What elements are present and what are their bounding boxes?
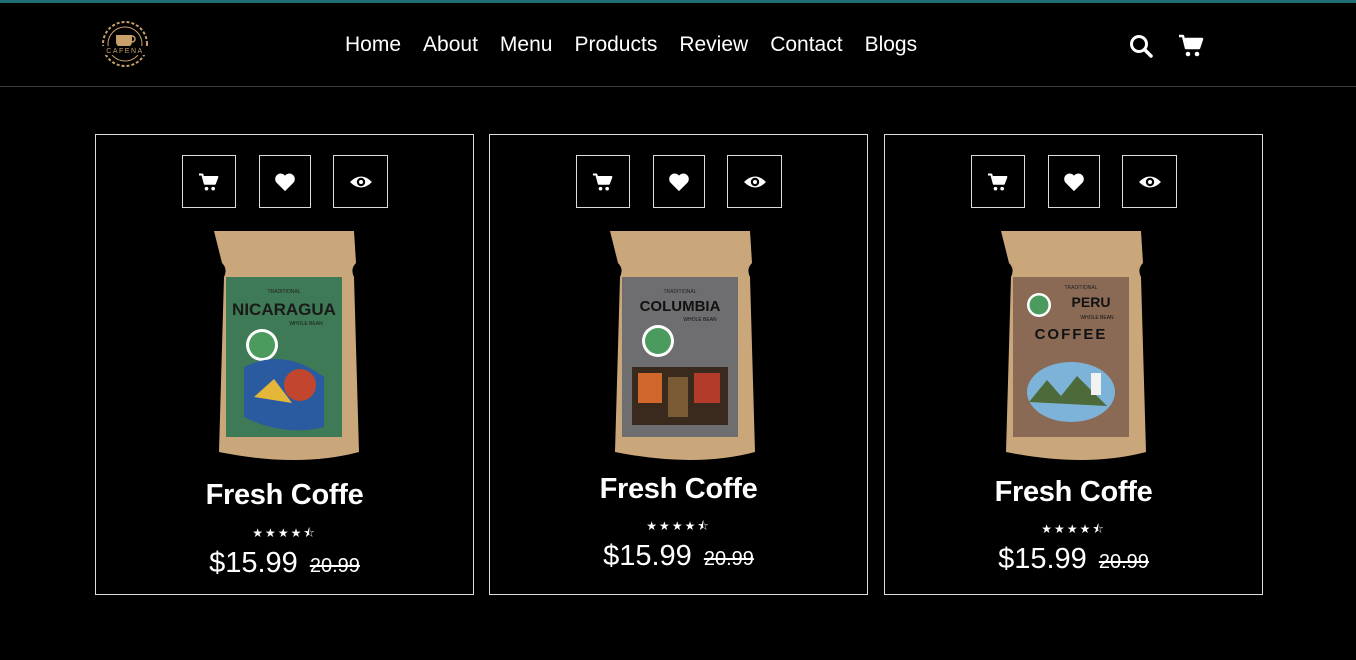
cart-icon xyxy=(988,172,1008,190)
heart-icon xyxy=(275,173,295,191)
nav-review[interactable]: Review xyxy=(668,31,759,59)
products-section: TRADITIONAL NICARAGUA WHOLE BEAN Fresh C… xyxy=(95,134,1265,595)
heart-icon xyxy=(669,173,689,191)
old-price: 20.99 xyxy=(1098,551,1149,573)
svg-text:WHOLE BEAN: WHOLE BEAN xyxy=(289,321,323,327)
product-image: TRADITIONAL NICARAGUA WHOLE BEAN xyxy=(204,227,364,467)
nav-products[interactable]: Products xyxy=(563,31,668,59)
wishlist-button[interactable] xyxy=(653,155,705,208)
product-actions xyxy=(490,155,867,208)
cart-icon xyxy=(593,172,613,190)
product-card: TRADITIONAL PERU WHOLE BEAN COFFEE Fresh… xyxy=(884,134,1263,595)
svg-text:WHOLE BEAN: WHOLE BEAN xyxy=(1080,315,1114,321)
product-image: TRADITIONAL PERU WHOLE BEAN COFFEE xyxy=(993,227,1153,467)
price: $15.99 20.99 xyxy=(96,547,473,580)
product-title: Fresh Coffe xyxy=(599,473,758,505)
eye-icon xyxy=(349,176,372,187)
rating-stars: ★★★★⯪ xyxy=(252,526,317,540)
heart-icon xyxy=(1064,173,1084,191)
product-card: TRADITIONAL COLUMBIA WHOLE BEAN Fresh Co… xyxy=(489,134,868,595)
svg-text:TRADITIONAL: TRADITIONAL xyxy=(267,289,300,295)
quick-view-button[interactable] xyxy=(727,155,782,208)
wishlist-button[interactable] xyxy=(1048,155,1100,208)
navbar: CAFENA Home About Menu Products Review C… xyxy=(0,3,1356,87)
svg-text:COLUMBIA: COLUMBIA xyxy=(640,298,721,315)
wishlist-button[interactable] xyxy=(259,155,311,208)
rating-stars: ★★★★⯪ xyxy=(1041,522,1106,536)
product-title: Fresh Coffe xyxy=(205,479,364,511)
old-price: 20.99 xyxy=(703,548,754,570)
add-to-cart-button[interactable] xyxy=(971,155,1025,208)
current-price: $15.99 xyxy=(998,543,1087,575)
nav-blogs[interactable]: Blogs xyxy=(854,31,929,59)
rating-stars: ★★★★⯪ xyxy=(646,519,711,533)
add-to-cart-button[interactable] xyxy=(182,155,236,208)
main-menu: Home About Menu Products Review Contact … xyxy=(334,31,928,59)
search-icon[interactable] xyxy=(1128,33,1154,59)
old-price: 20.99 xyxy=(309,555,360,577)
price: $15.99 20.99 xyxy=(885,543,1262,576)
add-to-cart-button[interactable] xyxy=(576,155,630,208)
eye-icon xyxy=(1138,176,1161,187)
svg-text:NICARAGUA: NICARAGUA xyxy=(232,300,336,319)
svg-text:TRADITIONAL: TRADITIONAL xyxy=(1064,285,1097,291)
eye-icon xyxy=(743,176,766,187)
nav-icons xyxy=(1128,33,1204,59)
svg-text:PERU: PERU xyxy=(1072,294,1111,310)
nav-about[interactable]: About xyxy=(412,31,489,59)
nav-menu[interactable]: Menu xyxy=(489,31,564,59)
cafena-logo[interactable]: CAFENA xyxy=(94,17,156,71)
product-image: TRADITIONAL COLUMBIA WHOLE BEAN xyxy=(598,227,758,467)
nav-contact[interactable]: Contact xyxy=(759,31,853,59)
product-title: Fresh Coffe xyxy=(994,476,1153,508)
quick-view-button[interactable] xyxy=(1122,155,1177,208)
product-actions xyxy=(96,155,473,208)
cart-icon xyxy=(199,172,219,190)
product-card: TRADITIONAL NICARAGUA WHOLE BEAN Fresh C… xyxy=(95,134,474,595)
product-actions xyxy=(885,155,1262,208)
current-price: $15.99 xyxy=(209,547,298,579)
cart-icon[interactable] xyxy=(1178,33,1204,59)
svg-text:WHOLE BEAN: WHOLE BEAN xyxy=(683,317,717,323)
logo-text: CAFENA xyxy=(106,48,143,55)
svg-text:TRADITIONAL: TRADITIONAL xyxy=(663,289,696,295)
price: $15.99 20.99 xyxy=(490,540,867,573)
nav-home[interactable]: Home xyxy=(334,31,412,59)
svg-text:COFFEE: COFFEE xyxy=(1035,326,1108,343)
current-price: $15.99 xyxy=(603,540,692,572)
quick-view-button[interactable] xyxy=(333,155,388,208)
